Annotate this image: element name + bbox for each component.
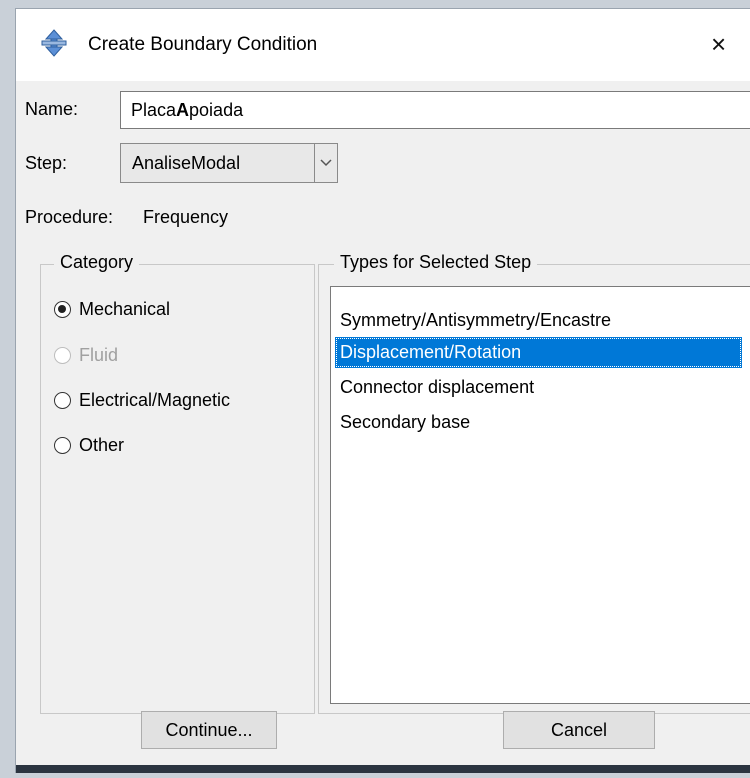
procedure-label: Procedure: <box>25 207 114 227</box>
radio-unchecked-icon <box>54 436 71 454</box>
list-item[interactable]: Connector displacement <box>335 372 534 403</box>
dialog-title: Create Boundary Condition <box>88 34 318 55</box>
radio-unchecked-icon <box>54 391 71 409</box>
procedure-value: Frequency <box>143 207 229 227</box>
radio-label: Other <box>79 434 125 455</box>
list-item[interactable]: Secondary base <box>335 407 470 438</box>
list-item-selected[interactable]: Displacement/Rotation <box>335 337 742 368</box>
radio-fluid: Fluid <box>54 340 118 370</box>
create-boundary-condition-dialog: Create Boundary Condition × Name: PlacaA… <box>15 8 750 773</box>
radio-label: Mechanical <box>79 298 171 319</box>
cancel-button[interactable]: Cancel <box>503 711 655 749</box>
step-select[interactable]: AnaliseModal <box>120 143 338 183</box>
radio-electrical-magnetic[interactable]: Electrical/Magnetic <box>54 385 230 415</box>
radio-label: Electrical/Magnetic <box>79 389 231 410</box>
name-value-part1: Placa <box>131 100 177 120</box>
radio-checked-icon <box>54 300 71 318</box>
taskbar-edge <box>16 765 750 773</box>
types-title: Types for Selected Step <box>334 252 538 273</box>
name-value-bold-part: A <box>176 100 190 120</box>
name-input[interactable]: PlacaApoiada <box>120 91 750 129</box>
radio-mechanical[interactable]: Mechanical <box>54 294 170 324</box>
name-value-part3: poiada <box>189 100 244 120</box>
radio-label: Fluid <box>79 344 119 365</box>
category-title: Category <box>54 252 140 273</box>
chevron-down-icon <box>320 159 332 167</box>
continue-button[interactable]: Continue... <box>141 711 277 749</box>
radio-disabled-icon <box>54 346 71 364</box>
name-label: Name: <box>25 99 79 119</box>
list-item[interactable]: Symmetry/Antisymmetry/Encastre <box>335 305 611 336</box>
title-bar[interactable]: Create Boundary Condition × <box>16 9 750 81</box>
category-groupbox <box>40 264 315 714</box>
boundary-condition-icon <box>41 29 67 57</box>
desktop-background: Create Boundary Condition × Name: PlacaA… <box>0 0 750 778</box>
radio-other[interactable]: Other <box>54 430 124 460</box>
step-label: Step: <box>25 153 68 173</box>
step-selected-value: AnaliseModal <box>132 153 241 173</box>
types-listbox[interactable]: Symmetry/Antisymmetry/Encastre Displacem… <box>330 286 750 704</box>
dropdown-arrow-button[interactable] <box>314 144 337 182</box>
close-button[interactable]: × <box>711 27 750 61</box>
